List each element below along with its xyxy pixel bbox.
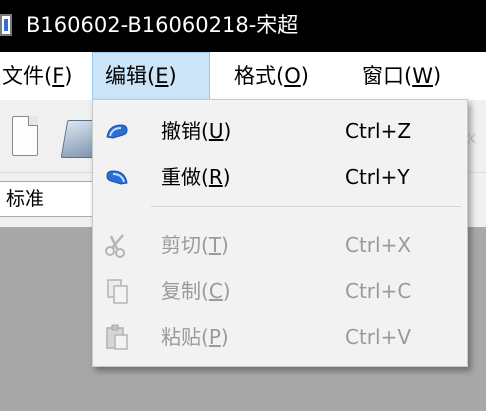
undo-mnemonic: U (208, 119, 224, 143)
cut-label-end: ) (221, 233, 229, 257)
paste-shortcut: Ctrl+V (345, 325, 412, 349)
window-title: B160602-B16060218-宋超 (26, 13, 299, 37)
menu-file-end: ) (64, 64, 73, 88)
menu-format[interactable]: 格式(O) (222, 52, 321, 100)
menu-file-label: 文件( (2, 64, 53, 88)
menu-edit-mnemonic: E (155, 64, 169, 88)
menu-window-mnemonic: W (412, 64, 433, 88)
paste-label-end: ) (220, 325, 229, 349)
redo-shortcut: Ctrl+Y (345, 165, 410, 189)
paste-icon (106, 324, 128, 350)
undo-label-text: 撤销( (161, 119, 209, 143)
menu-edit-end: ) (168, 64, 177, 88)
redo-label-end: ) (222, 165, 231, 189)
undo-shortcut: Ctrl+Z (345, 119, 412, 143)
new-document-icon[interactable] (12, 116, 38, 156)
menu-format-mnemonic: O (284, 64, 301, 88)
copy-label-end: ) (222, 279, 231, 303)
copy-label-text: 复制( (161, 279, 209, 303)
undo-label-end: ) (223, 119, 232, 143)
copy-shortcut: Ctrl+C (345, 279, 412, 303)
menu-window[interactable]: 窗口(W) (350, 52, 453, 100)
redo-label: 重做(R) (161, 154, 231, 200)
paste-label-text: 粘贴( (161, 325, 209, 349)
copy-icon (107, 279, 128, 304)
copy-label: 复制(C) (161, 268, 231, 314)
cut-label: 剪切(T) (161, 222, 229, 268)
style-combobox[interactable]: 标准 (0, 181, 98, 217)
menu-edit[interactable]: 编辑(E) (92, 52, 210, 100)
menu-item-cut[interactable]: 剪切(T) Ctrl+X (93, 222, 467, 268)
edit-menu-dropdown: 撤销(U) Ctrl+Z 重做(R) Ctrl+Y 剪切(T) Ctrl+X 复… (92, 99, 468, 367)
title-bar: B160602-B16060218-宋超 (0, 0, 486, 52)
undo-label: 撤销(U) (161, 108, 231, 154)
undo-icon (106, 124, 128, 139)
paste-mnemonic: P (208, 325, 221, 349)
menu-file[interactable]: 文件(F) (0, 52, 85, 100)
menu-format-end: ) (300, 64, 309, 88)
menu-item-copy[interactable]: 复制(C) Ctrl+C (93, 268, 467, 314)
redo-icon (106, 170, 128, 185)
menu-window-label: 窗口( (362, 64, 413, 88)
cut-mnemonic: T (208, 233, 222, 257)
app-icon (0, 14, 12, 36)
redo-label-text: 重做( (161, 165, 209, 189)
cut-shortcut: Ctrl+X (345, 233, 412, 257)
redo-mnemonic: R (208, 165, 223, 189)
menu-item-undo[interactable]: 撤销(U) Ctrl+Z (93, 108, 467, 154)
scissors-icon (105, 234, 125, 258)
paste-label: 粘贴(P) (161, 314, 229, 360)
menu-bar: 文件(F) 编辑(E) 格式(O) 窗口(W) (0, 52, 486, 100)
menu-file-mnemonic: F (52, 64, 65, 88)
menu-format-label: 格式( (234, 64, 285, 88)
copy-mnemonic: C (208, 279, 223, 303)
menu-edit-label: 编辑( (105, 64, 156, 88)
menu-item-redo[interactable]: 重做(R) Ctrl+Y (93, 154, 467, 200)
cut-label-text: 剪切( (161, 233, 209, 257)
menu-separator (151, 206, 461, 207)
menu-item-paste[interactable]: 粘贴(P) Ctrl+V (93, 314, 467, 360)
menu-window-end: ) (432, 64, 442, 88)
